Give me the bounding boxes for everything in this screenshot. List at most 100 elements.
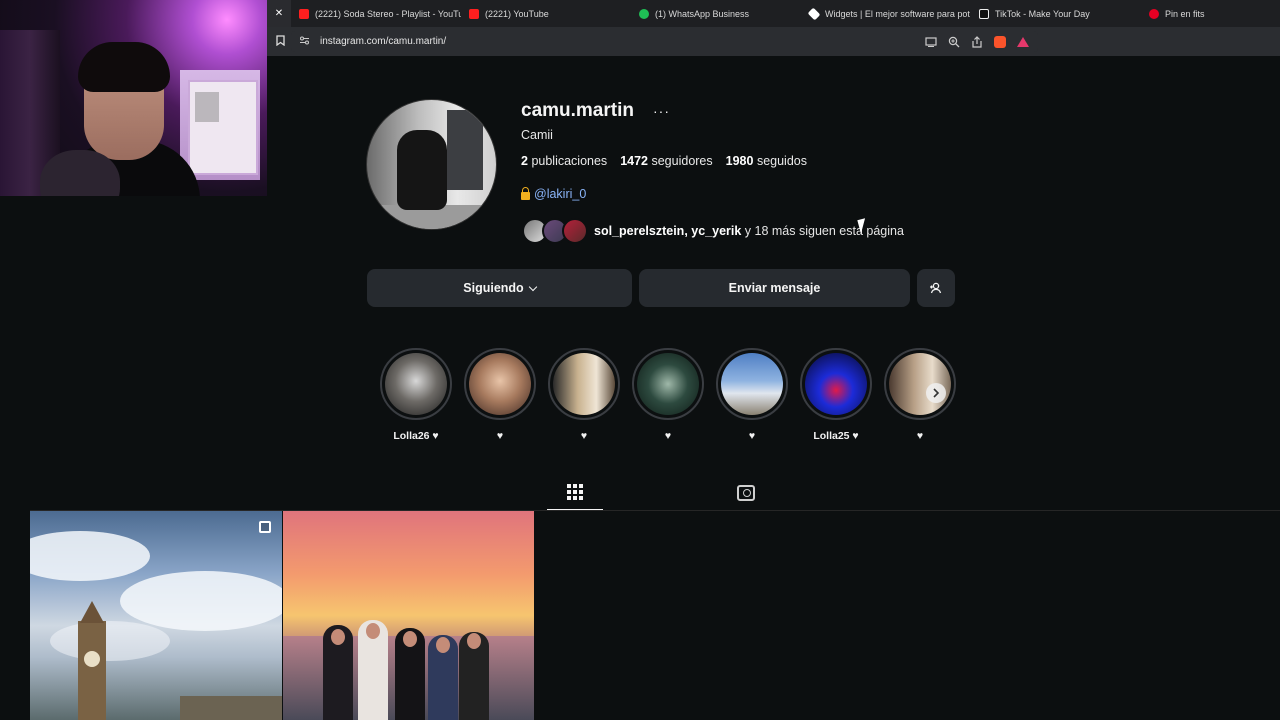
grid-icon — [567, 483, 583, 500]
highlight-cover — [385, 353, 447, 415]
tab-title: Widgets | El mejor software para pot — [825, 8, 970, 19]
followed-by-text: sol_perelsztein, yc_yerik y 18 más sigue… — [594, 224, 904, 238]
cast-icon[interactable] — [924, 35, 937, 48]
highlight-label: Lolla26 ♥ — [393, 430, 439, 442]
tab-title: (2221) Soda Stereo - Playlist - YouTub — [315, 8, 461, 19]
following-button-label: Siguiendo — [463, 281, 524, 295]
story-highlight[interactable]: ♥ — [632, 348, 704, 442]
highlight-cover — [805, 353, 867, 415]
post-person-face — [403, 631, 417, 647]
tab-widgets[interactable]: Widgets | El mejor software para pot — [801, 0, 971, 27]
webcam-overlay — [0, 0, 267, 196]
avatar-person — [397, 130, 447, 210]
profile-avatar[interactable] — [366, 99, 497, 230]
highlight-ring — [464, 348, 536, 420]
highlight-label: ♥ — [748, 430, 756, 442]
tab-title: (2221) YouTube — [485, 8, 549, 19]
post-thumbnail[interactable] — [30, 511, 282, 720]
post-big-ben — [78, 601, 106, 720]
tab-pinterest[interactable]: Pin en fits — [1141, 0, 1271, 27]
followed-by[interactable]: sol_perelsztein, yc_yerik y 18 más sigue… — [522, 218, 904, 244]
brave-rewards-icon[interactable] — [1016, 35, 1029, 48]
zoom-icon[interactable] — [947, 35, 960, 48]
site-settings-icon[interactable] — [299, 36, 310, 47]
story-highlight[interactable]: Lolla25 ♥ — [800, 348, 872, 442]
send-message-label: Enviar mensaje — [728, 281, 821, 295]
highlight-ring — [884, 348, 956, 420]
browser-tab-bar: ✕ (2221) Soda Stereo - Playlist - YouTub… — [267, 0, 1280, 27]
followers-label: seguidores — [651, 154, 713, 168]
highlight-ring — [800, 348, 872, 420]
pinterest-icon — [1149, 8, 1159, 19]
carousel-icon — [259, 521, 271, 533]
highlight-ring — [716, 348, 788, 420]
tab-title: TikTok - Make Your Day — [995, 8, 1090, 19]
profile-full-name: Camii — [521, 128, 553, 142]
highlight-label: ♥ — [580, 430, 588, 442]
send-message-button[interactable]: Enviar mensaje — [639, 269, 910, 307]
youtube-icon — [299, 8, 309, 19]
following-button[interactable]: Siguiendo — [367, 269, 632, 307]
close-tab-icon[interactable]: ✕ — [267, 0, 291, 27]
highlight-cover — [553, 353, 615, 415]
tiktok-icon — [979, 8, 989, 19]
followed-by-rest: y 18 más siguen esta página — [741, 224, 904, 238]
highlight-cover — [637, 353, 699, 415]
followed-by-names: sol_perelsztein, yc_yerik — [594, 224, 742, 238]
tab-posts[interactable] — [547, 474, 603, 511]
bio-link-text: @lakiri_0 — [534, 187, 587, 201]
post-thumbnail[interactable] — [283, 511, 534, 720]
highlight-label: ♥ — [496, 430, 504, 442]
highlight-label: ♥ — [664, 430, 672, 442]
tab-tiktok[interactable]: TikTok - Make Your Day — [971, 0, 1141, 27]
following-stat[interactable]: 1980 seguidos — [726, 154, 807, 168]
following-label: seguidos — [756, 154, 807, 168]
story-highlight[interactable]: ♥ — [548, 348, 620, 442]
story-highlight[interactable]: ♥ — [464, 348, 536, 442]
chevron-right-icon[interactable] — [926, 383, 946, 403]
bookmark-icon[interactable] — [271, 34, 289, 49]
highlight-ring — [548, 348, 620, 420]
avatar-door — [447, 110, 483, 190]
lock-icon — [521, 187, 530, 200]
youtube-icon — [469, 8, 479, 19]
chevron-down-icon — [528, 282, 537, 291]
tab-tagged[interactable] — [718, 474, 774, 511]
profile-stats: 2 publicaciones 1472 seguidores 1980 seg… — [521, 154, 807, 168]
story-highlight[interactable]: Lolla26 ♥ — [380, 348, 452, 442]
brave-shield-icon[interactable] — [993, 35, 1006, 48]
share-icon[interactable] — [970, 35, 983, 48]
webcam-person-hair — [78, 42, 170, 92]
post-clock — [84, 651, 100, 667]
address-bar: instagram.com/camu.martin/ — [267, 27, 1280, 56]
posts-stat: 2 publicaciones — [521, 154, 607, 168]
address-bar-actions — [924, 27, 1029, 56]
tab-whatsapp[interactable]: (1) WhatsApp Business — [631, 0, 801, 27]
tab-youtube[interactable]: (2221) YouTube — [461, 0, 631, 27]
tab-title: Pin en fits — [1165, 8, 1205, 19]
whatsapp-icon — [639, 8, 649, 19]
tab-title: (1) WhatsApp Business — [655, 8, 750, 19]
highlight-ring — [380, 348, 452, 420]
profile-tabs — [367, 474, 955, 511]
highlight-label: ♥ — [916, 430, 924, 442]
add-user-button[interactable] — [917, 269, 955, 307]
tab-soda-stereo[interactable]: (2221) Soda Stereo - Playlist - YouTub — [291, 0, 461, 27]
highlight-ring — [632, 348, 704, 420]
story-highlight[interactable]: ♥ — [716, 348, 788, 442]
bio-link[interactable]: @lakiri_0 — [521, 187, 586, 201]
followers-stat[interactable]: 1472 seguidores — [620, 154, 712, 168]
webcam-poster-detail — [195, 92, 219, 122]
followers-count: 1472 — [620, 154, 648, 168]
more-options-icon[interactable]: ··· — [653, 103, 670, 119]
post-person-face — [366, 623, 380, 639]
post-building — [180, 696, 282, 720]
add-user-icon — [930, 282, 942, 294]
following-count: 1980 — [725, 154, 754, 168]
highlight-cover — [721, 353, 783, 415]
post-person-face — [467, 633, 481, 649]
url-text: instagram.com/camu.martin/ — [320, 36, 447, 47]
follower-avatar — [562, 218, 588, 244]
profile-username: camu.martin — [521, 100, 634, 121]
highlight-cover — [469, 353, 531, 415]
